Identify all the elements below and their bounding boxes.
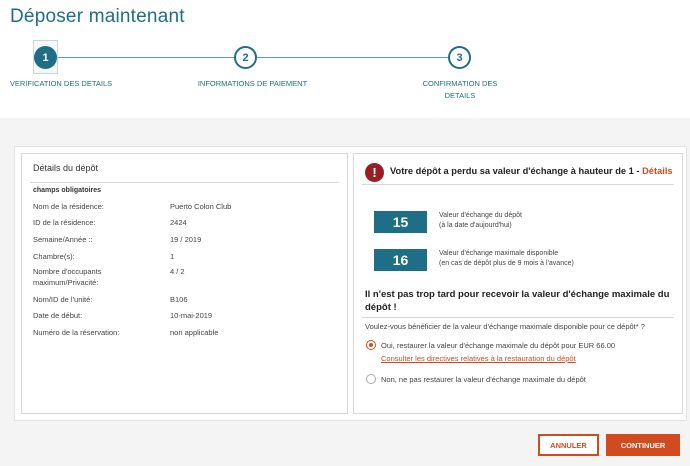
step-3-label-line1: CONFIRMATION DES — [422, 79, 498, 88]
continue-button[interactable]: CONTINUER — [606, 434, 680, 456]
step-3-label-line2: DETAILS — [444, 91, 476, 100]
restore-policy-link[interactable]: Consulter les directives relatives à la … — [381, 354, 576, 363]
rooms-value: 1 — [170, 252, 175, 261]
alert-message: Votre dépôt a perdu sa valeur d'échange … — [390, 166, 673, 176]
divider — [30, 182, 339, 183]
step-2-circle: 2 — [234, 46, 257, 69]
exchange-value-panel: ! Votre dépôt a perdu sa valeur d'échang… — [353, 153, 683, 414]
resort-id-label: ID de la résidence: — [33, 218, 96, 227]
step-1-circle: 1 — [34, 46, 57, 69]
restore-no-label[interactable]: Non, ne pas restaurer la valeur d'échang… — [381, 375, 586, 384]
max-value-line1: Valeur d'échange maximale disponible — [439, 250, 559, 257]
max-value-line2: (en cas de dépôt plus de 9 mois à l'avan… — [439, 260, 574, 267]
details-title: Détails du dépôt — [33, 163, 99, 173]
page-title: Déposer maintenant — [10, 6, 185, 27]
week-year-label: Semaine/Année :: — [33, 235, 93, 244]
reservation-number-value: non applicable — [170, 328, 219, 337]
stepper-line — [57, 57, 234, 58]
restore-yes-radio[interactable] — [366, 340, 376, 350]
max-exchange-value: 16 — [374, 249, 427, 271]
step-1-label: VERIFICATION DES DETAILS — [9, 79, 113, 88]
divider — [362, 184, 674, 185]
resort-name-value: Puerto Colon Club — [170, 202, 232, 211]
current-exchange-value-desc: Valeur d'échange du dépôt (à la date d'a… — [439, 211, 669, 231]
restore-question: Voulez-vous bénéficier de la valeur d'éc… — [365, 322, 645, 331]
required-fields-note: champs obligatoires — [33, 187, 102, 194]
start-date-value: 10-mai-2019 — [170, 311, 213, 320]
alert-icon: ! — [365, 163, 384, 182]
step-2-label: INFORMATIONS DE PAIEMENT — [197, 79, 308, 88]
resort-name-label: Nom de la résidence: — [33, 202, 104, 211]
details-link[interactable]: Détails — [642, 166, 673, 176]
current-exchange-value: 15 — [374, 211, 427, 233]
restore-title: Il n'est pas trop tard pour recevoir la … — [365, 289, 670, 313]
reservation-number-label: Numéro de la réservation: — [33, 328, 120, 337]
current-value-line2: (à la date d'aujourd'hui) — [439, 222, 512, 229]
cancel-button[interactable]: ANNULER — [538, 434, 599, 456]
rooms-label: Chambre(s): — [33, 252, 75, 261]
start-date-label: Date de début: — [33, 311, 83, 320]
current-value-line1: Valeur d'échange du dépôt — [439, 212, 522, 219]
restore-no-radio[interactable] — [366, 374, 376, 384]
step-3-circle: 3 — [448, 46, 471, 69]
stepper-line — [257, 57, 448, 58]
alert-message-text: Votre dépôt a perdu sa valeur d'échange … — [390, 166, 643, 176]
deposit-details-panel: Détails du dépôt champs obligatoires Nom… — [21, 153, 348, 414]
step-3-label: CONFIRMATION DES DETAILS — [404, 78, 516, 102]
occupancy-label: Nombre d'occupants maximum/Privacité: — [33, 266, 158, 288]
unit-value: B106 — [170, 295, 188, 304]
unit-label: Nom/ID de l'unité: — [33, 295, 93, 304]
restore-yes-label[interactable]: Oui, restaurer la valeur d'échange maxim… — [381, 341, 615, 350]
occupancy-value: 4 / 2 — [170, 267, 185, 276]
divider — [362, 317, 674, 318]
max-exchange-value-desc: Valeur d'échange maximale disponible (en… — [439, 249, 669, 269]
occupancy-label-line1: Nombre d'occupants — [33, 267, 102, 276]
week-year-value: 19 / 2019 — [170, 235, 202, 244]
occupancy-label-line2: maximum/Privacité: — [33, 278, 99, 287]
resort-id-value: 2424 — [170, 218, 187, 227]
